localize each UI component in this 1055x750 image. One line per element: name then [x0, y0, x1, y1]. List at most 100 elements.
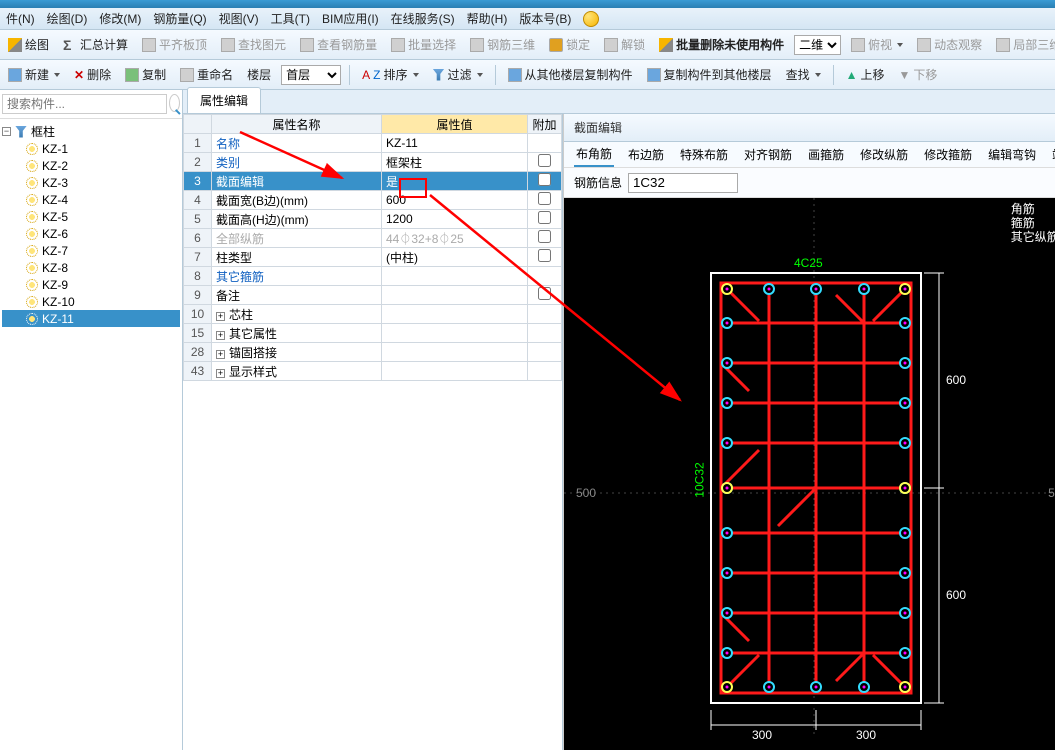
tab-end[interactable]: 端头 [1050, 143, 1055, 166]
prop-row[interactable]: 3截面编辑是 [184, 172, 562, 191]
menu-version[interactable]: 版本号(B) [519, 10, 571, 27]
topview-button[interactable]: 俯视 [847, 34, 907, 55]
prop-row[interactable]: 6全部纵筋44⏀32+8⏀25 [184, 229, 562, 248]
tab-edge[interactable]: 布边筋 [626, 143, 666, 166]
menu-modify[interactable]: 修改(M) [99, 10, 141, 27]
prop-row[interactable]: 1名称KZ-11 [184, 134, 562, 153]
menu-file[interactable]: 件(N) [6, 10, 35, 27]
col-value: 属性值 [382, 115, 528, 134]
tree-item-KZ-3[interactable]: KZ-3 [2, 174, 180, 191]
prop-row[interactable]: 10+芯柱 [184, 305, 562, 324]
rebar-tabs: 布角筋 布边筋 特殊布筋 对齐钢筋 画箍筋 修改纵筋 修改箍筋 编辑弯钩 端头 [564, 142, 1055, 168]
copyto-button[interactable]: 复制构件到其他楼层 [643, 64, 776, 85]
tab-corner[interactable]: 布角筋 [574, 142, 614, 167]
view-mode-combo[interactable]: 二维 [794, 35, 841, 55]
tree-item-KZ-9[interactable]: KZ-9 [2, 276, 180, 293]
dim-top: 4C25 [794, 256, 823, 270]
tab-modstir[interactable]: 修改箍筋 [922, 143, 974, 166]
local3d-icon [996, 38, 1010, 52]
copyfrom-button[interactable]: 从其他楼层复制构件 [504, 64, 637, 85]
filter-button[interactable]: 过滤 [429, 64, 487, 85]
extra-checkbox[interactable] [538, 230, 551, 243]
find2-button[interactable]: 查找 [782, 64, 825, 85]
tab-drawstirrup[interactable]: 画箍筋 [806, 143, 846, 166]
gear-icon [26, 245, 38, 257]
extra-checkbox[interactable] [538, 173, 551, 186]
tab-hook[interactable]: 编辑弯钩 [986, 143, 1038, 166]
new-button[interactable]: 新建 [4, 64, 64, 85]
unlock-icon [604, 38, 618, 52]
prop-row[interactable]: 7柱类型(中柱) [184, 248, 562, 267]
prop-row[interactable]: 8其它箍筋 [184, 267, 562, 286]
extra-checkbox[interactable] [538, 287, 551, 300]
tree-item-KZ-2[interactable]: KZ-2 [2, 157, 180, 174]
gear-icon [26, 262, 38, 274]
extra-checkbox[interactable] [538, 192, 551, 205]
menu-tools[interactable]: 工具(T) [271, 10, 310, 27]
section-canvas[interactable]: 角筋 4C3 箍筋 C10 其它纵筋 20C 4C25 10C32 600 60… [564, 198, 1055, 750]
tree-item-KZ-11[interactable]: KZ-11 [2, 310, 180, 327]
tree-item-KZ-4[interactable]: KZ-4 [2, 191, 180, 208]
sigma-icon: Σ [63, 38, 77, 52]
draw-button[interactable]: 绘图 [4, 34, 53, 55]
batch-icon [391, 38, 405, 52]
find-icon [221, 38, 235, 52]
tree-item-KZ-8[interactable]: KZ-8 [2, 259, 180, 276]
tree-item-KZ-10[interactable]: KZ-10 [2, 293, 180, 310]
tab-modlong[interactable]: 修改纵筋 [858, 143, 910, 166]
lock-button[interactable]: 锁定 [545, 34, 594, 55]
del-button[interactable]: ✕删除 [70, 64, 115, 85]
collapse-icon[interactable]: − [2, 127, 11, 136]
viewsteel-button[interactable]: 查看钢筋量 [296, 34, 381, 55]
tree-item-KZ-5[interactable]: KZ-5 [2, 208, 180, 225]
rebar-info-input[interactable] [628, 173, 738, 193]
tree-item-KZ-7[interactable]: KZ-7 [2, 242, 180, 259]
dim-b1: 300 [752, 728, 772, 742]
prop-row[interactable]: 43+显示样式 [184, 362, 562, 381]
batch-button[interactable]: 批量选择 [387, 34, 460, 55]
menu-steel[interactable]: 钢筋量(Q) [153, 10, 206, 27]
rename-button[interactable]: 重命名 [176, 64, 237, 85]
sort-button[interactable]: AZ排序 [358, 64, 422, 85]
tab-property-edit[interactable]: 属性编辑 [187, 87, 261, 113]
flat-button[interactable]: 平齐板顶 [138, 34, 211, 55]
menu-view[interactable]: 视图(V) [219, 10, 259, 27]
face-icon[interactable] [583, 11, 599, 27]
menu-bim[interactable]: BIM应用(I) [322, 10, 379, 27]
gear-icon [26, 279, 38, 291]
tree-root[interactable]: − 框柱 [2, 123, 180, 140]
prop-row[interactable]: 9备注 [184, 286, 562, 305]
tree[interactable]: − 框柱 KZ-1KZ-2KZ-3KZ-4KZ-5KZ-6KZ-7KZ-8KZ-… [0, 119, 182, 750]
prop-row[interactable]: 4截面宽(B边)(mm)600 [184, 191, 562, 210]
find-button[interactable]: 查找图元 [217, 34, 290, 55]
prop-row[interactable]: 28+锚固搭接 [184, 343, 562, 362]
prop-row[interactable]: 2类别框架柱 [184, 153, 562, 172]
down-button[interactable]: ▼下移 [894, 64, 941, 85]
search-input[interactable] [2, 94, 167, 114]
dyn-button[interactable]: 动态观察 [913, 34, 986, 55]
copy-button[interactable]: 复制 [121, 64, 170, 85]
menu-online[interactable]: 在线服务(S) [391, 10, 455, 27]
flat-icon [142, 38, 156, 52]
copyfrom-icon [508, 68, 522, 82]
tab-special[interactable]: 特殊布筋 [678, 143, 730, 166]
menu-draw[interactable]: 绘图(D) [47, 10, 88, 27]
dim-lmark: 500 [576, 486, 596, 500]
prop-row[interactable]: 15+其它属性 [184, 324, 562, 343]
tab-align[interactable]: 对齐钢筋 [742, 143, 794, 166]
extra-checkbox[interactable] [538, 249, 551, 262]
steel3d-button[interactable]: 钢筋三维 [466, 34, 539, 55]
extra-checkbox[interactable] [538, 154, 551, 167]
sum-button[interactable]: Σ汇总计算 [59, 34, 132, 55]
local3d-button[interactable]: 局部三维 [992, 34, 1055, 55]
unlock-button[interactable]: 解锁 [600, 34, 649, 55]
tree-item-KZ-1[interactable]: KZ-1 [2, 140, 180, 157]
floor-combo[interactable]: 首层 [281, 65, 341, 85]
menu-help[interactable]: 帮助(H) [467, 10, 508, 27]
prop-row[interactable]: 5截面高(H边)(mm)1200 [184, 210, 562, 229]
extra-checkbox[interactable] [538, 211, 551, 224]
search-icon[interactable] [169, 94, 180, 112]
batchdel-button[interactable]: 批量删除未使用构件 [655, 34, 788, 55]
tree-item-KZ-6[interactable]: KZ-6 [2, 225, 180, 242]
up-button[interactable]: ▲上移 [842, 64, 889, 85]
